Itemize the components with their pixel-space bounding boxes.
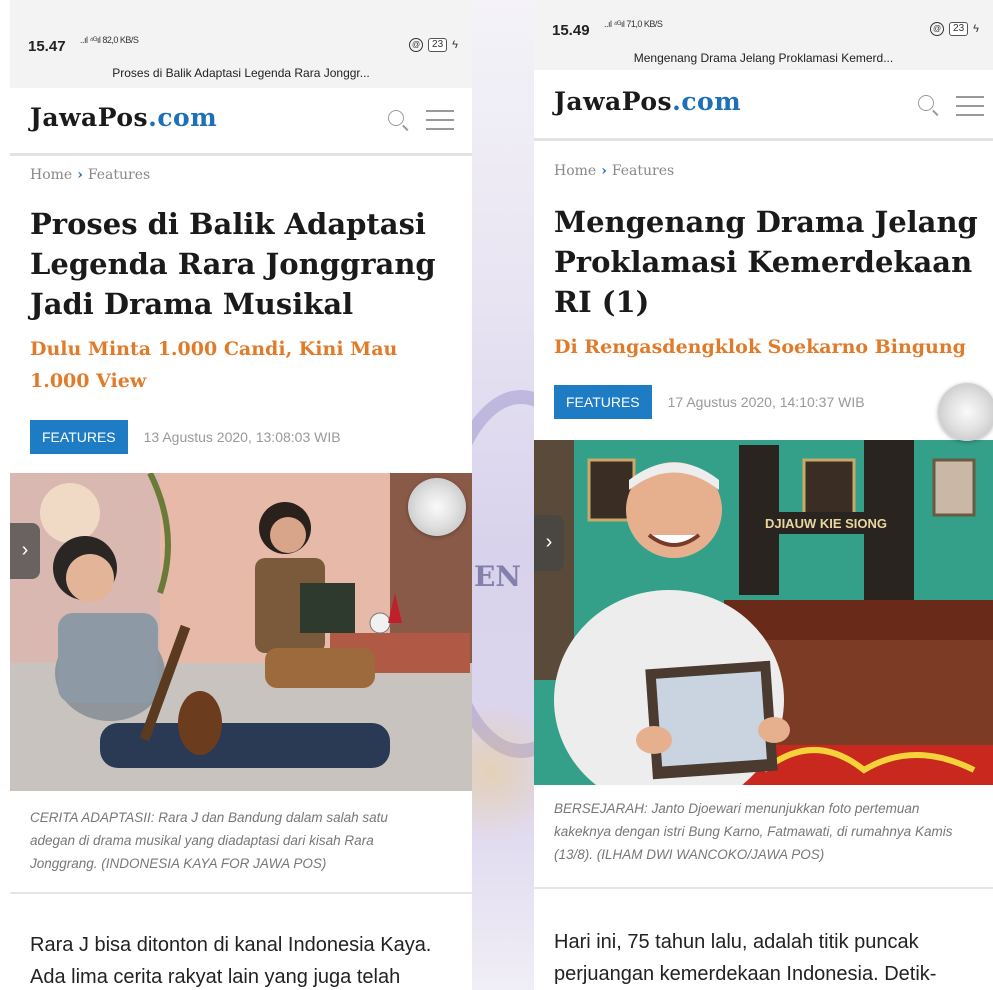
charging-icon: ϟ xyxy=(973,23,979,35)
battery-icon: 23 xyxy=(949,22,969,36)
publish-date: 13 Agustus 2020, 13:08:03 WIB xyxy=(143,429,341,445)
status-right: @ 23 ϟ xyxy=(409,38,458,52)
status-bar: 15.49 ..ıl ⁴ᴳıl 71,0 KB/S @ 23 ϟ Mengena… xyxy=(534,0,993,70)
site-header: JawaPos.com xyxy=(534,70,993,141)
jawapos-logo[interactable]: JawaPos.com xyxy=(30,103,217,132)
article-meta: FEATURES 17 Agustus 2020, 14:10:37 WIB xyxy=(554,385,865,419)
article-headline: Proses di Balik Adaptasi Legenda Rara Jo… xyxy=(30,207,436,321)
photo-caption: BERSEJARAH: Janto Djoewari menunjukkan f… xyxy=(554,801,953,862)
gallery-next-button[interactable]: › xyxy=(534,515,564,571)
breadcrumb-features[interactable]: Features xyxy=(612,163,674,179)
network-speed: 82,0 KB/S xyxy=(102,35,139,45)
photo-illustration xyxy=(10,473,472,791)
alarm-icon: @ xyxy=(409,38,424,52)
divider xyxy=(534,887,993,889)
signal-icon: ..ıl ⁴ᴳıl 71,0 KB/S xyxy=(604,19,663,29)
article-photo: › xyxy=(10,473,472,791)
category-badge[interactable]: FEATURES xyxy=(554,385,652,419)
gallery-next-button[interactable]: › xyxy=(10,523,40,579)
article-body-text: Hari ini, 75 tahun lalu, adalah titik pu… xyxy=(554,931,937,985)
floating-action-button[interactable] xyxy=(408,478,466,536)
watermark-wave xyxy=(472,700,534,880)
status-time: 15.47 xyxy=(28,38,66,55)
floating-action-button[interactable] xyxy=(938,383,993,441)
category-badge[interactable]: FEATURES xyxy=(30,420,128,454)
divider xyxy=(10,892,472,894)
search-icon[interactable] xyxy=(388,110,404,126)
phone-screenshot-right: 15.49 ..ıl ⁴ᴳıl 71,0 KB/S @ 23 ϟ Mengena… xyxy=(534,0,993,990)
breadcrumb: Home › Features xyxy=(554,163,674,179)
jawapos-logo[interactable]: JawaPos.com xyxy=(554,87,741,116)
charging-icon: ϟ xyxy=(452,39,458,51)
browser-tab-title: Mengenang Drama Jelang Proklamasi Kemerd… xyxy=(633,51,894,65)
breadcrumb: Home › Features xyxy=(30,167,150,183)
signal-icon: ..ıl ⁴ᴳıl 82,0 KB/S xyxy=(80,35,139,45)
article-subheadline: Di Rengasdengklok Soekarno Bingung xyxy=(554,336,966,358)
status-bar: 15.47 ..ıl ⁴ᴳıl 82,0 KB/S @ 23 ϟ Proses … xyxy=(10,0,472,88)
browser-tab-title: Proses di Balik Adaptasi Legenda Rara Jo… xyxy=(112,66,370,80)
alarm-icon: @ xyxy=(930,22,945,36)
article-body-text: Rara J bisa ditonton di kanal Indonesia … xyxy=(30,934,432,988)
phone-screenshot-left: 15.47 ..ıl ⁴ᴳıl 82,0 KB/S @ 23 ϟ Proses … xyxy=(10,0,472,990)
article-subheadline: Dulu Minta 1.000 Candi, Kini Mau 1.000 V… xyxy=(30,338,398,392)
chevron-right-icon: › xyxy=(77,167,83,183)
photo-caption: CERITA ADAPTASII: Rara J dan Bandung dal… xyxy=(30,810,388,871)
breadcrumb-home[interactable]: Home xyxy=(554,163,596,179)
status-right: @ 23 ϟ xyxy=(930,22,979,36)
article-meta: FEATURES 13 Agustus 2020, 13:08:03 WIB xyxy=(30,420,341,454)
watermark-letters: EN xyxy=(474,560,521,593)
background-watermark-strip: EN xyxy=(472,0,534,990)
photo-illustration: DJIAUW KIE SIONG xyxy=(534,440,993,785)
breadcrumb-features[interactable]: Features xyxy=(88,167,150,183)
photo-sign-text: DJIAUW KIE SIONG xyxy=(765,516,887,531)
battery-icon: 23 xyxy=(428,38,448,52)
status-time: 15.49 xyxy=(552,22,590,39)
publish-date: 17 Agustus 2020, 14:10:37 WIB xyxy=(667,394,865,410)
hamburger-menu-icon[interactable] xyxy=(956,96,984,116)
search-icon[interactable] xyxy=(918,95,934,111)
breadcrumb-home[interactable]: Home xyxy=(30,167,72,183)
chevron-right-icon: › xyxy=(601,163,607,179)
site-header: JawaPos.com xyxy=(10,88,472,156)
hamburger-menu-icon[interactable] xyxy=(426,110,454,130)
article-headline: Mengenang Drama Jelang Proklamasi Kemerd… xyxy=(554,205,978,319)
article-photo: DJIAUW KIE SIONG › xyxy=(534,440,993,785)
network-speed: 71,0 KB/S xyxy=(626,19,663,29)
